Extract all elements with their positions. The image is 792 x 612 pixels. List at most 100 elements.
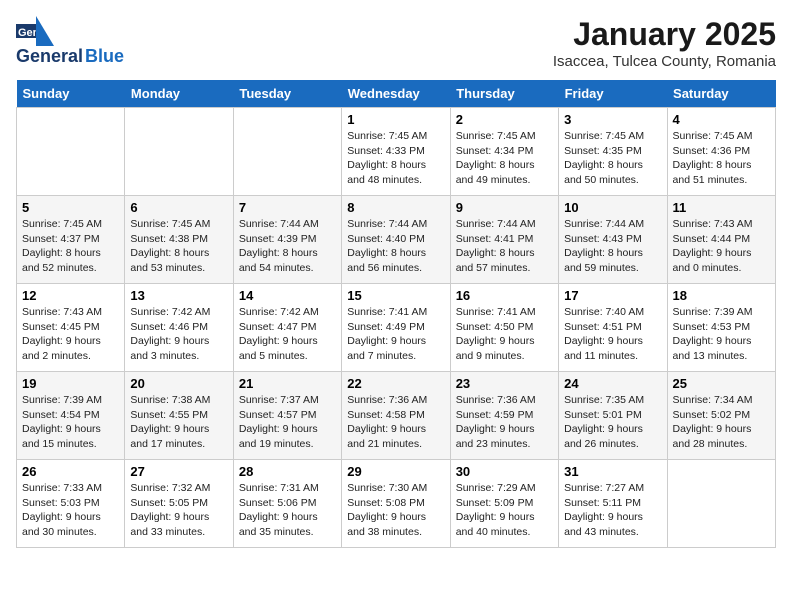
calendar-cell: 15 Sunrise: 7:41 AMSunset: 4:49 PMDayligh… bbox=[342, 284, 450, 372]
calendar-cell: 18 Sunrise: 7:39 AMSunset: 4:53 PMDayligh… bbox=[667, 284, 775, 372]
calendar-cell: 2 Sunrise: 7:45 AMSunset: 4:34 PMDaylight… bbox=[450, 108, 558, 196]
day-info: Sunrise: 7:27 AMSunset: 5:11 PMDaylight:… bbox=[564, 481, 661, 540]
day-number: 14 bbox=[239, 288, 336, 303]
calendar-cell bbox=[17, 108, 125, 196]
calendar-cell: 28Sunrise: 7:31 AMSunset: 5:06 PMDayligh… bbox=[233, 460, 341, 548]
day-info: Sunrise: 7:41 AMSunset: 4:49 PMDaylight:… bbox=[347, 305, 444, 364]
calendar-title: January 2025 bbox=[553, 16, 776, 53]
calendar-cell: 26 Sunrise: 7:33 AMSunset: 5:03 PMDayligh… bbox=[17, 460, 125, 548]
day-info: Sunrise: 7:34 AMSunset: 5:02 PMDaylight:… bbox=[673, 393, 770, 452]
day-info: Sunrise: 7:45 AMSunset: 4:37 PMDaylight:… bbox=[22, 217, 119, 276]
day-info: Sunrise: 7:29 AMSunset: 5:09 PMDaylight:… bbox=[456, 481, 553, 540]
day-info: Sunrise: 7:31 AMSunset: 5:06 PMDaylight:… bbox=[239, 481, 336, 540]
day-info: Sunrise: 7:42 AMSunset: 4:46 PMDaylight:… bbox=[130, 305, 227, 364]
day-number: 10 bbox=[564, 200, 661, 215]
calendar-cell: 4Sunrise: 7:45 AMSunset: 4:36 PMDaylight… bbox=[667, 108, 775, 196]
day-info: Sunrise: 7:41 AMSunset: 4:50 PMDaylight:… bbox=[456, 305, 553, 364]
day-number: 27 bbox=[130, 464, 227, 479]
day-number: 3 bbox=[564, 112, 661, 127]
day-info: Sunrise: 7:32 AMSunset: 5:05 PMDaylight:… bbox=[130, 481, 227, 540]
day-number: 26 bbox=[22, 464, 119, 479]
calendar-subtitle: Isaccea, Tulcea County, Romania bbox=[553, 53, 776, 70]
day-number: 17 bbox=[564, 288, 661, 303]
day-info: Sunrise: 7:36 AMSunset: 4:59 PMDaylight:… bbox=[456, 393, 553, 452]
calendar-cell: 16 Sunrise: 7:41 AMSunset: 4:50 PMDayligh… bbox=[450, 284, 558, 372]
calendar-cell: 24 Sunrise: 7:35 AMSunset: 5:01 PMDayligh… bbox=[559, 372, 667, 460]
calendar-cell: 17Sunrise: 7:40 AMSunset: 4:51 PMDayligh… bbox=[559, 284, 667, 372]
day-info: Sunrise: 7:44 AMSunset: 4:39 PMDaylight:… bbox=[239, 217, 336, 276]
calendar-cell: 30 Sunrise: 7:29 AMSunset: 5:09 PMDayligh… bbox=[450, 460, 558, 548]
calendar-cell: 20Sunrise: 7:38 AMSunset: 4:55 PMDayligh… bbox=[125, 372, 233, 460]
logo-text-general: General bbox=[16, 46, 83, 67]
calendar-cell: 5 Sunrise: 7:45 AMSunset: 4:37 PMDaylight… bbox=[17, 196, 125, 284]
day-number: 19 bbox=[22, 376, 119, 391]
calendar-cell: 3Sunrise: 7:45 AMSunset: 4:35 PMDaylight… bbox=[559, 108, 667, 196]
calendar-cell: 19 Sunrise: 7:39 AMSunset: 4:54 PMDayligh… bbox=[17, 372, 125, 460]
day-number: 8 bbox=[347, 200, 444, 215]
day-info: Sunrise: 7:45 AMSunset: 4:38 PMDaylight:… bbox=[130, 217, 227, 276]
logo-text-blue: Blue bbox=[85, 46, 124, 67]
day-info: Sunrise: 7:44 AMSunset: 4:43 PMDaylight:… bbox=[564, 217, 661, 276]
day-number: 6 bbox=[130, 200, 227, 215]
day-number: 1 bbox=[347, 112, 444, 127]
day-number: 16 bbox=[456, 288, 553, 303]
calendar-week-row: 26 Sunrise: 7:33 AMSunset: 5:03 PMDayligh… bbox=[17, 460, 776, 548]
weekday-header-saturday: Saturday bbox=[667, 80, 775, 108]
day-info: Sunrise: 7:43 AMSunset: 4:45 PMDaylight:… bbox=[22, 305, 119, 364]
calendar-week-row: 1Sunrise: 7:45 AMSunset: 4:33 PMDaylight… bbox=[17, 108, 776, 196]
weekday-header-wednesday: Wednesday bbox=[342, 80, 450, 108]
calendar-week-row: 12 Sunrise: 7:43 AMSunset: 4:45 PMDayligh… bbox=[17, 284, 776, 372]
day-number: 24 bbox=[564, 376, 661, 391]
calendar-cell bbox=[125, 108, 233, 196]
calendar-cell: 23 Sunrise: 7:36 AMSunset: 4:59 PMDayligh… bbox=[450, 372, 558, 460]
day-number: 23 bbox=[456, 376, 553, 391]
day-info: Sunrise: 7:30 AMSunset: 5:08 PMDaylight:… bbox=[347, 481, 444, 540]
calendar-cell: 12 Sunrise: 7:43 AMSunset: 4:45 PMDayligh… bbox=[17, 284, 125, 372]
day-number: 31 bbox=[564, 464, 661, 479]
day-info: Sunrise: 7:35 AMSunset: 5:01 PMDaylight:… bbox=[564, 393, 661, 452]
day-info: Sunrise: 7:39 AMSunset: 4:54 PMDaylight:… bbox=[22, 393, 119, 452]
day-number: 20 bbox=[130, 376, 227, 391]
day-number: 2 bbox=[456, 112, 553, 127]
calendar-cell: 14 Sunrise: 7:42 AMSunset: 4:47 PMDayligh… bbox=[233, 284, 341, 372]
page-header: Gen General Blue January 2025 Isaccea, T… bbox=[16, 16, 776, 70]
day-number: 9 bbox=[456, 200, 553, 215]
title-block: January 2025 Isaccea, Tulcea County, Rom… bbox=[553, 16, 776, 70]
day-number: 15 bbox=[347, 288, 444, 303]
day-number: 5 bbox=[22, 200, 119, 215]
weekday-header-row: SundayMondayTuesdayWednesdayThursdayFrid… bbox=[17, 80, 776, 108]
day-info: Sunrise: 7:39 AMSunset: 4:53 PMDaylight:… bbox=[673, 305, 770, 364]
day-info: Sunrise: 7:33 AMSunset: 5:03 PMDaylight:… bbox=[22, 481, 119, 540]
calendar-cell: 29Sunrise: 7:30 AMSunset: 5:08 PMDayligh… bbox=[342, 460, 450, 548]
calendar-cell: 1Sunrise: 7:45 AMSunset: 4:33 PMDaylight… bbox=[342, 108, 450, 196]
day-info: Sunrise: 7:37 AMSunset: 4:57 PMDaylight:… bbox=[239, 393, 336, 452]
day-number: 7 bbox=[239, 200, 336, 215]
calendar-cell bbox=[233, 108, 341, 196]
day-info: Sunrise: 7:45 AMSunset: 4:34 PMDaylight:… bbox=[456, 129, 553, 188]
day-number: 21 bbox=[239, 376, 336, 391]
day-info: Sunrise: 7:43 AMSunset: 4:44 PMDaylight:… bbox=[673, 217, 770, 276]
weekday-header-tuesday: Tuesday bbox=[233, 80, 341, 108]
day-info: Sunrise: 7:36 AMSunset: 4:58 PMDaylight:… bbox=[347, 393, 444, 452]
weekday-header-sunday: Sunday bbox=[17, 80, 125, 108]
weekday-header-monday: Monday bbox=[125, 80, 233, 108]
logo: Gen General Blue bbox=[16, 16, 124, 67]
calendar-cell: 6 Sunrise: 7:45 AMSunset: 4:38 PMDaylight… bbox=[125, 196, 233, 284]
calendar-cell: 8 Sunrise: 7:44 AMSunset: 4:40 PMDaylight… bbox=[342, 196, 450, 284]
day-number: 11 bbox=[673, 200, 770, 215]
day-number: 12 bbox=[22, 288, 119, 303]
calendar-cell: 13 Sunrise: 7:42 AMSunset: 4:46 PMDayligh… bbox=[125, 284, 233, 372]
weekday-header-friday: Friday bbox=[559, 80, 667, 108]
calendar-table: SundayMondayTuesdayWednesdayThursdayFrid… bbox=[16, 80, 776, 548]
calendar-week-row: 5 Sunrise: 7:45 AMSunset: 4:37 PMDaylight… bbox=[17, 196, 776, 284]
day-info: Sunrise: 7:45 AMSunset: 4:36 PMDaylight:… bbox=[673, 129, 770, 188]
calendar-cell: 9Sunrise: 7:44 AMSunset: 4:41 PMDaylight… bbox=[450, 196, 558, 284]
calendar-cell: 31 Sunrise: 7:27 AMSunset: 5:11 PMDayligh… bbox=[559, 460, 667, 548]
day-number: 30 bbox=[456, 464, 553, 479]
calendar-cell: 22Sunrise: 7:36 AMSunset: 4:58 PMDayligh… bbox=[342, 372, 450, 460]
calendar-cell: 7 Sunrise: 7:44 AMSunset: 4:39 PMDaylight… bbox=[233, 196, 341, 284]
day-number: 13 bbox=[130, 288, 227, 303]
day-number: 18 bbox=[673, 288, 770, 303]
day-info: Sunrise: 7:44 AMSunset: 4:40 PMDaylight:… bbox=[347, 217, 444, 276]
day-info: Sunrise: 7:42 AMSunset: 4:47 PMDaylight:… bbox=[239, 305, 336, 364]
